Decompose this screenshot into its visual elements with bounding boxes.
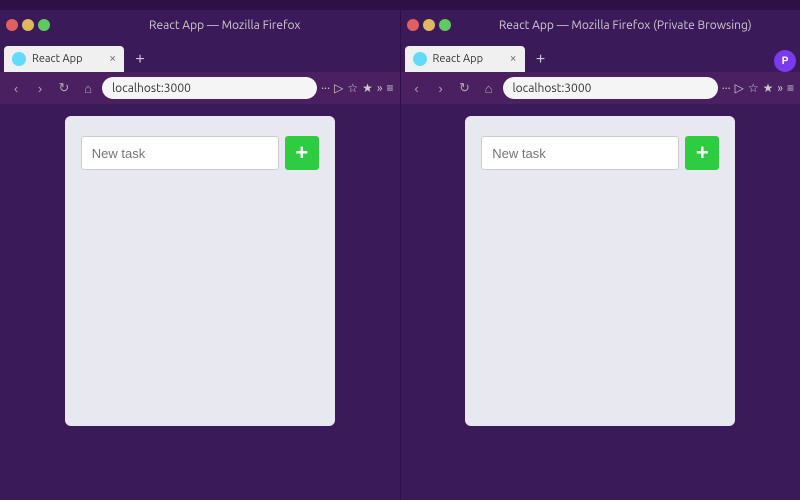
add-task-button-right[interactable]: + — [685, 136, 719, 170]
app-card-right: + — [465, 116, 735, 426]
tab-close-right[interactable]: × — [510, 53, 517, 65]
tab-label-right: React App — [433, 53, 504, 65]
task-input-right[interactable] — [481, 136, 679, 170]
tab-label-left: React App — [32, 53, 103, 65]
home-button-left[interactable]: ⌂ — [78, 78, 98, 98]
back-button-left[interactable]: ‹ — [6, 78, 26, 98]
titlebar-right: React App — Mozilla Firefox (Private Bro… — [401, 10, 800, 40]
new-tab-button-left[interactable]: + — [128, 48, 152, 72]
url-text-left: localhost:3000 — [112, 82, 191, 95]
bookmark-icon-right[interactable]: ☆ — [748, 81, 759, 95]
task-input-row-right: + — [481, 136, 719, 170]
task-list-left — [81, 182, 319, 406]
address-bar-left: ‹ › ↻ ⌂ localhost:3000 ··· ▷ ☆ ★ » ≡ — [0, 72, 400, 104]
address-bar-icons-left: ··· ▷ ☆ ★ » ≡ — [321, 81, 393, 95]
app-card-left: + — [65, 116, 335, 426]
overflow-icon-left[interactable]: » — [377, 82, 383, 95]
pocket-icon-right[interactable]: ▷ — [735, 81, 744, 95]
overflow-icon-right[interactable]: » — [777, 82, 783, 95]
address-input-right[interactable]: localhost:3000 — [503, 77, 718, 99]
tab-favicon-left — [12, 52, 26, 66]
maximize-button-left[interactable] — [38, 19, 50, 31]
task-input-left[interactable] — [81, 136, 279, 170]
browser-tab-left[interactable]: React App × — [4, 46, 124, 72]
home-button-right[interactable]: ⌂ — [479, 78, 499, 98]
browser-content-left: + — [0, 104, 400, 500]
menu-icon-right[interactable]: ≡ — [787, 81, 794, 95]
tab-close-left[interactable]: × — [109, 53, 116, 65]
address-bar-right: ‹ › ↻ ⌂ localhost:3000 ··· ▷ ☆ ★ » ≡ — [401, 72, 800, 104]
menu-icon-left[interactable]: ≡ — [386, 81, 393, 95]
browser-window-left: React App — Mozilla Firefox React App × … — [0, 10, 401, 500]
browser-tab-right[interactable]: React App × — [405, 46, 525, 72]
task-input-row-left: + — [81, 136, 319, 170]
minimize-button-right[interactable] — [423, 19, 435, 31]
tab-favicon-right — [413, 52, 427, 66]
private-browsing-avatar: P — [774, 50, 796, 72]
window-controls-right — [407, 19, 451, 31]
os-titlebar — [0, 0, 800, 10]
titlebar-text-left: React App — Mozilla Firefox — [56, 19, 394, 32]
url-text-right: localhost:3000 — [513, 82, 592, 95]
more-icon-right[interactable]: ··· — [722, 82, 731, 95]
pocket-icon-left[interactable]: ▷ — [334, 81, 343, 95]
forward-button-right[interactable]: › — [431, 78, 451, 98]
back-button-right[interactable]: ‹ — [407, 78, 427, 98]
star-icon-right[interactable]: ★ — [763, 81, 774, 95]
close-button-left[interactable] — [6, 19, 18, 31]
window-controls-left — [6, 19, 50, 31]
task-list-right — [481, 182, 719, 406]
more-icon-left[interactable]: ··· — [321, 82, 330, 95]
titlebar-text-right: React App — Mozilla Firefox (Private Bro… — [457, 19, 795, 32]
reload-button-right[interactable]: ↻ — [455, 78, 475, 98]
address-bar-icons-right: ··· ▷ ☆ ★ » ≡ — [722, 81, 794, 95]
bookmark-icon-left[interactable]: ☆ — [347, 81, 358, 95]
forward-button-left[interactable]: › — [30, 78, 50, 98]
new-tab-button-right[interactable]: + — [529, 48, 553, 72]
titlebar-left: React App — Mozilla Firefox — [0, 10, 400, 40]
minimize-button-left[interactable] — [22, 19, 34, 31]
address-input-left[interactable]: localhost:3000 — [102, 77, 317, 99]
add-task-button-left[interactable]: + — [285, 136, 319, 170]
browsers-container: React App — Mozilla Firefox React App × … — [0, 10, 800, 500]
star-icon-left[interactable]: ★ — [362, 81, 373, 95]
tab-bar-left: React App × + — [0, 40, 400, 72]
browser-content-right: + — [401, 104, 800, 500]
close-button-right[interactable] — [407, 19, 419, 31]
tab-bar-right: React App × + P — [401, 40, 800, 72]
reload-button-left[interactable]: ↻ — [54, 78, 74, 98]
maximize-button-right[interactable] — [439, 19, 451, 31]
browser-window-right: React App — Mozilla Firefox (Private Bro… — [401, 10, 800, 500]
